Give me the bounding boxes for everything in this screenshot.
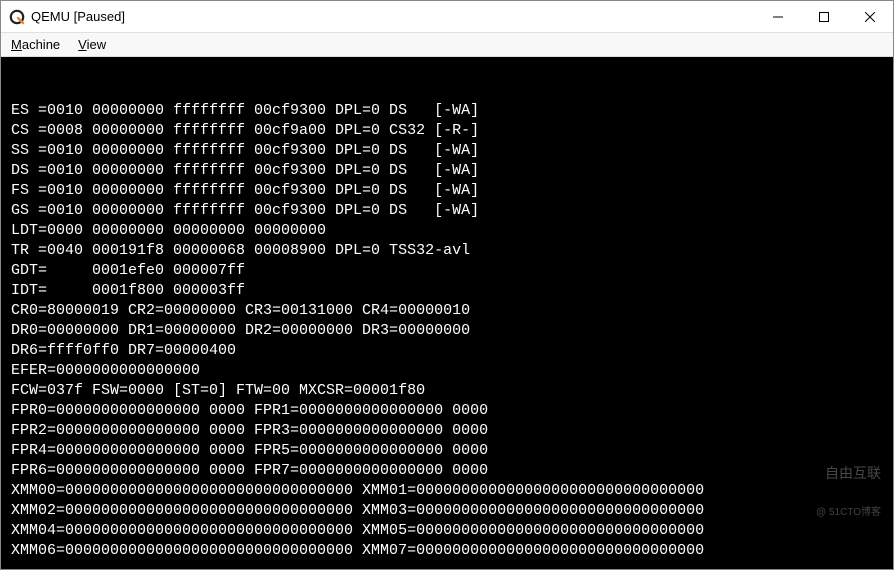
qemu-window: QEMU [Paused] Machine View ES =0010 0000… bbox=[0, 0, 894, 570]
menu-view[interactable]: View bbox=[74, 35, 110, 54]
terminal-line: FS =0010 00000000 ffffffff 00cf9300 DPL=… bbox=[11, 181, 889, 201]
titlebar: QEMU [Paused] bbox=[1, 1, 893, 33]
terminal-line: FPR4=0000000000000000 0000 FPR5=00000000… bbox=[11, 441, 889, 461]
terminal-line: DS =0010 00000000 ffffffff 00cf9300 DPL=… bbox=[11, 161, 889, 181]
maximize-button[interactable] bbox=[801, 1, 847, 33]
terminal-line: FPR6=0000000000000000 0000 FPR7=00000000… bbox=[11, 461, 889, 481]
menubar: Machine View bbox=[1, 33, 893, 57]
terminal-line: TR =0040 000191f8 00000068 00008900 DPL=… bbox=[11, 241, 889, 261]
terminal-line: XMM06=00000000000000000000000000000000 X… bbox=[11, 541, 889, 561]
terminal-line: DR0=00000000 DR1=00000000 DR2=00000000 D… bbox=[11, 321, 889, 341]
window-title: QEMU [Paused] bbox=[31, 9, 125, 24]
terminal-line: ES =0010 00000000 ffffffff 00cf9300 DPL=… bbox=[11, 101, 889, 121]
terminal-line: EFER=0000000000000000 bbox=[11, 361, 889, 381]
terminal-line: XMM02=00000000000000000000000000000000 X… bbox=[11, 501, 889, 521]
terminal-line: GS =0010 00000000 ffffffff 00cf9300 DPL=… bbox=[11, 201, 889, 221]
terminal-line: XMM00=00000000000000000000000000000000 X… bbox=[11, 481, 889, 501]
terminal-line: FPR0=0000000000000000 0000 FPR1=00000000… bbox=[11, 401, 889, 421]
qemu-app-icon bbox=[9, 9, 25, 25]
terminal-line: FCW=037f FSW=0000 [ST=0] FTW=00 MXCSR=00… bbox=[11, 381, 889, 401]
close-button[interactable] bbox=[847, 1, 893, 33]
terminal-line: CR0=80000019 CR2=00000000 CR3=00131000 C… bbox=[11, 301, 889, 321]
terminal-line: IDT= 0001f800 000003ff bbox=[11, 281, 889, 301]
terminal-line: DR6=ffff0ff0 DR7=00000400 bbox=[11, 341, 889, 361]
terminal-line: XMM04=00000000000000000000000000000000 X… bbox=[11, 521, 889, 541]
terminal-line: FPR2=0000000000000000 0000 FPR3=00000000… bbox=[11, 421, 889, 441]
terminal-line: LDT=0000 00000000 00000000 00000000 bbox=[11, 221, 889, 241]
qemu-monitor-terminal[interactable]: ES =0010 00000000 ffffffff 00cf9300 DPL=… bbox=[1, 57, 893, 569]
minimize-button[interactable] bbox=[755, 1, 801, 33]
terminal-line: SS =0010 00000000 ffffffff 00cf9300 DPL=… bbox=[11, 141, 889, 161]
terminal-line: CS =0008 00000000 ffffffff 00cf9a00 DPL=… bbox=[11, 121, 889, 141]
menu-machine[interactable]: Machine bbox=[7, 35, 64, 54]
terminal-line: GDT= 0001efe0 000007ff bbox=[11, 261, 889, 281]
terminal-output: ES =0010 00000000 ffffffff 00cf9300 DPL=… bbox=[11, 101, 889, 561]
